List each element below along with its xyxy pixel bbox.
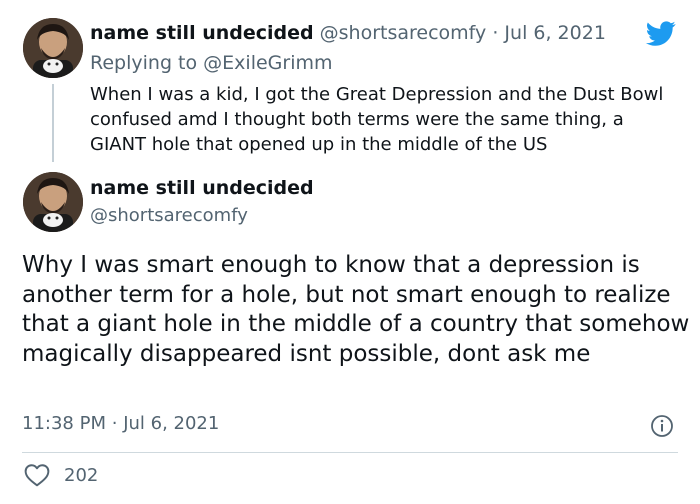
replying-handle-link[interactable]: @ExileGrimm <box>203 52 332 74</box>
heart-icon[interactable] <box>24 463 50 487</box>
replying-label: Replying to <box>90 52 198 74</box>
replying-to-line: Replying to @ExileGrimm <box>90 52 333 74</box>
tweet-time[interactable]: 11:38 PM <box>22 413 106 434</box>
avatar[interactable] <box>23 18 83 78</box>
reply-date[interactable]: Jul 6, 2021 <box>504 22 606 44</box>
main-tweet-text: Why I was smart enough to know that a de… <box>22 252 690 367</box>
tweet-timestamp[interactable]: 11:38 PM · Jul 6, 2021 <box>22 413 219 434</box>
reply-separator: · <box>492 22 499 44</box>
tweet-date[interactable]: Jul 6, 2021 <box>123 413 219 434</box>
reply-handle[interactable]: @shortsarecomfy <box>320 22 487 44</box>
reply-tweet-header: name still undecided @shortsarecomfy · J… <box>90 22 606 44</box>
reply-tweet-text: When I was a kid, I got the Great Depres… <box>90 84 664 155</box>
avatar-image <box>23 18 83 78</box>
info-icon[interactable] <box>650 414 674 438</box>
avatar[interactable] <box>23 172 83 232</box>
main-handle[interactable]: @shortsarecomfy <box>90 205 248 226</box>
thread-connector-line <box>52 84 54 162</box>
reply-display-name[interactable]: name still undecided <box>90 22 314 44</box>
divider <box>22 452 678 453</box>
twitter-bird-icon[interactable] <box>644 18 678 48</box>
like-count: 202 <box>64 464 99 486</box>
timestamp-separator: · <box>111 413 118 434</box>
like-action[interactable]: 202 <box>24 463 98 487</box>
main-display-name[interactable]: name still undecided <box>90 177 314 199</box>
avatar-image <box>23 172 83 232</box>
